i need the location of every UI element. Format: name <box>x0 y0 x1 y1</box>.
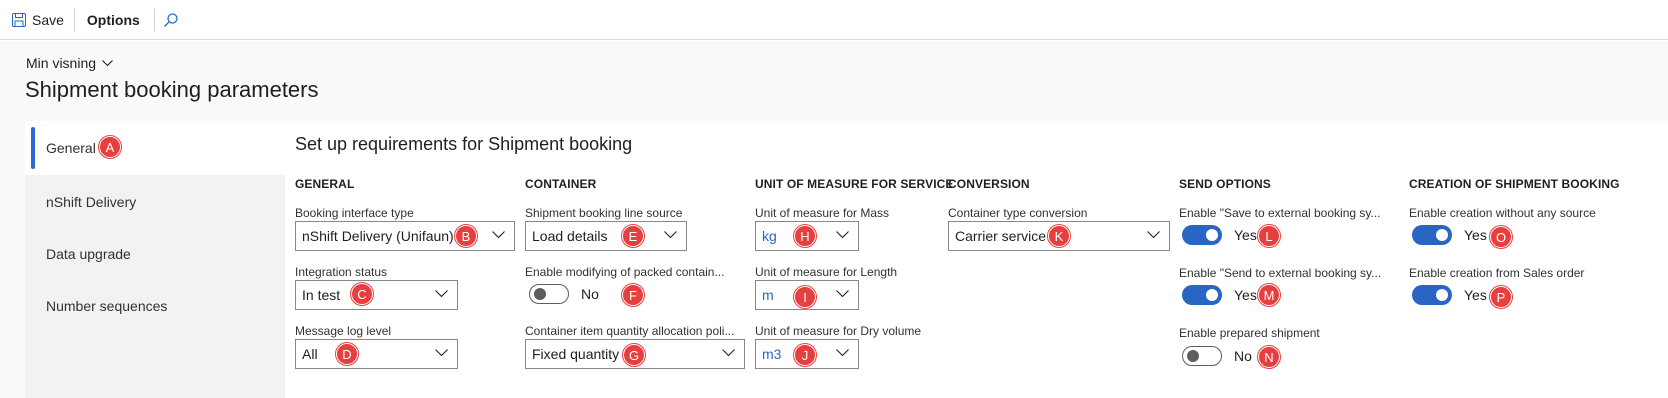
chevron-down-icon <box>435 349 448 357</box>
without-source-value: Yes <box>1464 227 1487 243</box>
search-button[interactable] <box>155 0 189 40</box>
page-title: Shipment booking parameters <box>25 77 319 102</box>
save-button[interactable]: Save <box>0 0 74 40</box>
nav-item-general[interactable]: General <box>25 121 285 175</box>
prepared-shipment-value: No <box>1234 348 1252 364</box>
chevron-down-icon <box>492 231 505 239</box>
message-log-label: Message log level <box>295 324 392 338</box>
send-options-heading: SEND OPTIONS <box>1179 177 1271 191</box>
from-sales-value: Yes <box>1464 287 1487 303</box>
uom-volume-label: Unit of measure for Dry volume <box>755 324 922 338</box>
toggle-switch[interactable] <box>1412 285 1452 305</box>
annotation-badge: A <box>99 136 121 158</box>
from-sales-toggle[interactable]: Yes <box>1412 285 1487 305</box>
integration-status-value: In test <box>302 287 341 303</box>
annotation-badge: C <box>351 283 373 305</box>
without-source-toggle[interactable]: Yes <box>1412 225 1487 245</box>
annotation-badge: D <box>336 343 358 365</box>
send-external-toggle[interactable]: Yes <box>1182 285 1257 305</box>
nav-item-number-sequences[interactable]: Number sequences <box>25 279 285 333</box>
line-source-select[interactable]: Load details <box>525 221 687 251</box>
integration-status-select[interactable]: In test <box>295 280 458 310</box>
annotation-badge: E <box>622 225 644 247</box>
without-source-label: Enable creation without any source <box>1409 206 1596 220</box>
annotation-badge: N <box>1258 346 1280 368</box>
modify-packed-value: No <box>581 286 599 302</box>
section-title: Set up requirements for Shipment booking <box>295 134 633 154</box>
save-label: Save <box>32 11 64 28</box>
nav-item-label: General <box>46 140 96 156</box>
from-sales-label: Enable creation from Sales order <box>1409 266 1585 280</box>
nav-item-nshift-delivery[interactable]: nShift Delivery <box>25 175 285 229</box>
container-type-label: Container type conversion <box>948 206 1088 220</box>
annotation-badge: I <box>794 286 816 308</box>
creation-heading: CREATION OF SHIPMENT BOOKING <box>1409 177 1620 191</box>
chevron-down-icon <box>836 231 849 239</box>
annotation-badge: B <box>455 225 477 247</box>
annotation-badge: H <box>794 225 816 247</box>
chevron-down-icon <box>836 349 849 357</box>
nav-item-label: Number sequences <box>46 298 168 314</box>
annotation-badge: F <box>622 284 644 306</box>
chevron-down-icon <box>1147 231 1160 239</box>
line-source-label: Shipment booking line source <box>525 206 683 220</box>
uom-heading: UNIT OF MEASURE FOR SERVICE <box>755 177 954 191</box>
uom-mass-label: Unit of measure for Mass <box>755 206 890 220</box>
booking-interface-value: nShift Delivery (Unifaun) <box>302 228 454 244</box>
annotation-badge: P <box>1490 286 1512 308</box>
save-external-toggle[interactable]: Yes <box>1182 225 1257 245</box>
chevron-down-icon <box>435 290 448 298</box>
save-external-value: Yes <box>1234 227 1257 243</box>
chevron-down-icon <box>102 59 113 66</box>
chevron-down-icon <box>722 349 735 357</box>
chevron-down-icon <box>836 290 849 298</box>
modify-packed-label: Enable modifying of packed contain... <box>525 265 725 279</box>
nav-item-data-upgrade[interactable]: Data upgrade <box>25 227 285 281</box>
annotation-badge: L <box>1258 225 1280 247</box>
annotation-badge: J <box>794 344 816 366</box>
toggle-switch[interactable] <box>1182 225 1222 245</box>
view-label: Min visning <box>26 55 97 71</box>
options-button[interactable]: Options <box>75 0 154 40</box>
nav-item-label: nShift Delivery <box>46 194 137 210</box>
prepared-shipment-label: Enable prepared shipment <box>1179 326 1320 340</box>
booking-interface-label: Booking interface type <box>295 206 414 220</box>
save-icon <box>12 12 26 27</box>
container-heading: CONTAINER <box>525 177 597 191</box>
toggle-switch[interactable] <box>1182 285 1222 305</box>
annotation-badge: O <box>1490 226 1512 248</box>
modify-packed-toggle[interactable]: No <box>529 284 599 304</box>
annotation-badge: M <box>1258 284 1280 306</box>
integration-status-label: Integration status <box>295 265 388 279</box>
toggle-switch[interactable] <box>1412 225 1452 245</box>
allocation-label: Container item quantity allocation poli.… <box>525 324 735 338</box>
view-selector[interactable]: Min visning <box>26 55 113 71</box>
send-external-label: Enable "Send to external booking sy... <box>1179 266 1382 280</box>
main-content <box>285 121 1668 398</box>
message-log-select[interactable]: All <box>295 339 458 369</box>
line-source-value: Load details <box>532 228 608 244</box>
left-navigation: General nShift Delivery Data upgrade Num… <box>25 121 285 398</box>
general-heading: GENERAL <box>295 177 355 191</box>
annotation-badge: G <box>623 344 645 366</box>
conversion-heading: CONVERSION <box>948 177 1030 191</box>
prepared-shipment-toggle[interactable]: No <box>1182 346 1252 366</box>
nav-item-label: Data upgrade <box>46 246 131 262</box>
booking-interface-select[interactable]: nShift Delivery (Unifaun) <box>295 221 515 251</box>
uom-length-label: Unit of measure for Length <box>755 265 898 279</box>
toggle-switch[interactable] <box>529 284 569 304</box>
action-toolbar: Save Options <box>0 0 1668 40</box>
search-icon <box>163 12 178 27</box>
toggle-switch[interactable] <box>1182 346 1222 366</box>
save-external-label: Enable "Save to external booking sy... <box>1179 206 1381 220</box>
annotation-badge: K <box>1048 225 1070 247</box>
chevron-down-icon <box>664 231 677 239</box>
send-external-value: Yes <box>1234 287 1257 303</box>
message-log-value: All <box>302 346 318 362</box>
